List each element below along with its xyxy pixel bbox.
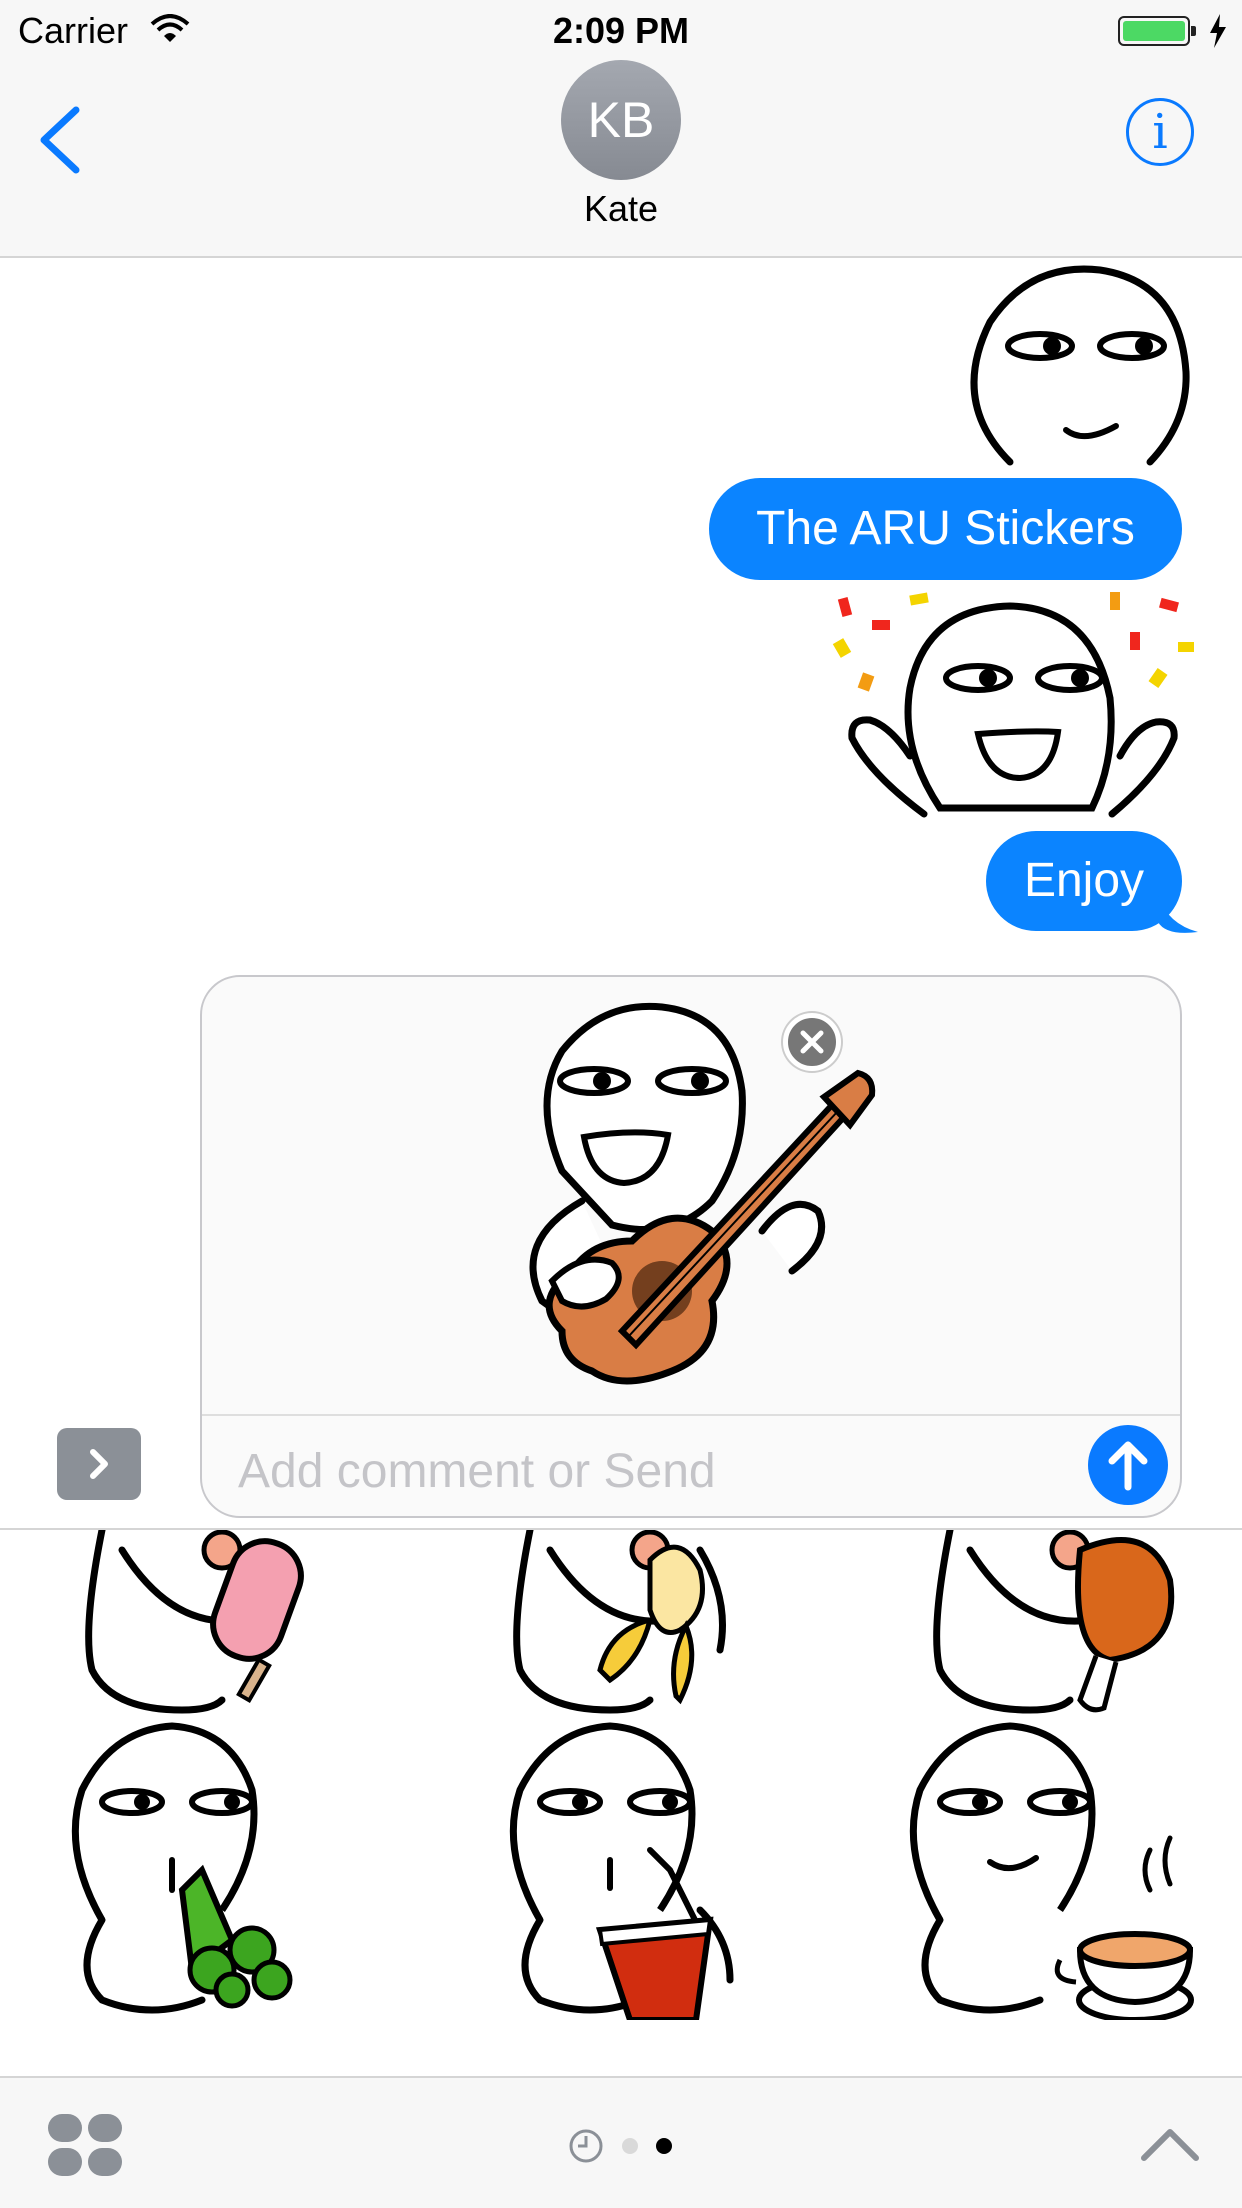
arrow-up-icon — [1108, 1441, 1148, 1491]
battery-icon — [1118, 16, 1196, 46]
conversation-header: KB Kate i — [0, 60, 1242, 258]
sticker-soda[interactable] — [500, 1720, 760, 2020]
remove-sticker-button[interactable] — [783, 1013, 841, 1071]
contact-avatar[interactable]: KB — [561, 60, 681, 180]
chevron-right-icon — [90, 1449, 108, 1479]
compose-box[interactable]: Add comment or Send — [200, 975, 1182, 1518]
sticker-tea[interactable] — [900, 1720, 1200, 2020]
charging-bolt-icon — [1210, 14, 1226, 48]
info-button[interactable]: i — [1126, 98, 1194, 166]
expand-apps-button[interactable] — [57, 1428, 141, 1500]
sticker-message-celebrate[interactable] — [830, 588, 1200, 818]
app-grid-icon[interactable] — [48, 2114, 124, 2178]
status-bar: Carrier 2:09 PM — [0, 0, 1242, 60]
page-dot — [622, 2138, 638, 2154]
page-indicator[interactable] — [566, 2126, 676, 2166]
clock: 2:09 PM — [552, 10, 690, 51]
close-icon — [800, 1030, 824, 1054]
message-bubble[interactable]: Enjoy — [986, 831, 1182, 931]
message-text: Enjoy — [1023, 854, 1145, 907]
sticker-vegetables[interactable] — [62, 1720, 322, 2020]
contact-name[interactable]: Kate — [0, 188, 1242, 230]
sticker-message-smirk[interactable] — [960, 262, 1192, 472]
page-dot-active — [656, 2138, 672, 2154]
sticker-banana[interactable] — [500, 1530, 760, 1730]
back-chevron-icon[interactable] — [30, 100, 90, 180]
app-drawer-toolbar — [0, 2076, 1242, 2208]
compose-divider — [202, 1414, 1180, 1416]
send-button[interactable] — [1088, 1425, 1168, 1505]
message-input[interactable]: Add comment or Send — [238, 1437, 1058, 1507]
chevron-up-icon[interactable] — [1138, 2124, 1202, 2164]
sticker-popsicle[interactable] — [72, 1530, 332, 1730]
bubble-tail — [1158, 896, 1198, 933]
sticker-drawer — [0, 1530, 1242, 2076]
recents-clock-icon — [569, 2129, 603, 2163]
message-bubble[interactable]: The ARU Stickers — [709, 478, 1182, 580]
message-text: The ARU Stickers — [756, 502, 1135, 555]
sticker-chicken-leg[interactable] — [920, 1530, 1180, 1730]
